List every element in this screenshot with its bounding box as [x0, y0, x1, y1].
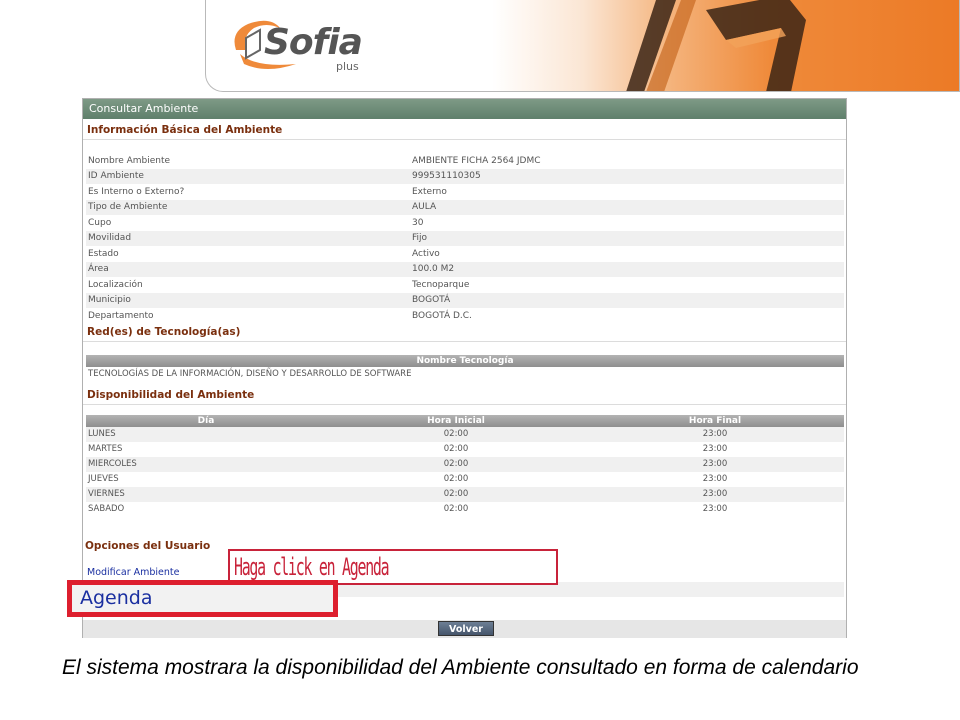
banner-decoration-icon	[626, 0, 806, 91]
end-cell: 23:00	[586, 456, 844, 472]
info-label: Nombre Ambiente	[88, 155, 171, 166]
basic-info-title: Información Básica del Ambiente	[83, 119, 846, 140]
day-cell: JUEVES	[88, 474, 119, 484]
user-options-title: Opciones del Usuario	[85, 540, 211, 552]
table-row: Estado Activo	[86, 246, 844, 262]
basic-info-table: Nombre Ambiente AMBIENTE FICHA 2564 JDMC …	[86, 153, 844, 324]
info-value: Externo	[412, 186, 447, 197]
info-label: Departamento	[88, 310, 154, 321]
col-header-day: Día	[86, 414, 326, 427]
col-header-start: Hora Inicial	[326, 414, 586, 427]
info-label: Es Interno o Externo?	[88, 186, 185, 197]
day-cell: VIERNES	[86, 486, 326, 502]
table-row: Localización Tecnoparque	[86, 277, 844, 293]
start-cell: 02:00	[443, 474, 469, 484]
sofia-plus-logo: Sofia plus	[226, 10, 386, 80]
info-value: 100.0 M2	[410, 261, 844, 277]
agenda-highlight: Agenda	[67, 580, 338, 617]
info-value: Tecnoparque	[412, 279, 470, 290]
table-row: Es Interno o Externo? Externo	[86, 184, 844, 200]
table-row: TECNOLOGÍAS DE LA INFORMACIÓN, DISEÑO Y …	[86, 366, 844, 382]
tech-table: Nombre Tecnología TECNOLOGÍAS DE LA INFO…	[86, 354, 844, 382]
start-cell: 02:00	[443, 504, 469, 514]
availability-table: Día Hora Inicial Hora Final LUNES 02:00 23…	[86, 414, 844, 517]
info-value: AULA	[410, 199, 844, 215]
table-row: VIERNES 02:00 23:00	[86, 486, 844, 502]
info-label: Movilidad	[86, 230, 410, 246]
info-value: Fijo	[410, 230, 844, 246]
table-row: ID Ambiente 999531110305	[86, 168, 844, 184]
info-label: Cupo	[88, 217, 112, 228]
info-value: 30	[412, 217, 424, 228]
logo-suffix: plus	[336, 60, 359, 73]
availability-title: Disponibilidad del Ambiente	[83, 384, 846, 405]
slide-caption: El sistema mostrara la disponibilidad de…	[62, 656, 859, 679]
day-cell: MARTES	[88, 444, 123, 454]
day-cell: SABADO	[88, 504, 125, 514]
info-value: AMBIENTE FICHA 2564 JDMC	[412, 155, 541, 166]
end-cell: 23:00	[586, 486, 844, 502]
table-row: Movilidad Fijo	[86, 230, 844, 246]
modificar-ambiente-link[interactable]: Modificar Ambiente	[87, 567, 180, 578]
tech-header: Nombre Tecnología	[86, 354, 844, 367]
agenda-row: Agenda	[72, 585, 333, 612]
start-cell: 02:00	[326, 456, 586, 472]
end-cell: 23:00	[702, 474, 728, 484]
panel-title: Consultar Ambiente	[83, 99, 846, 119]
info-label: ID Ambiente	[86, 168, 410, 184]
start-cell: 02:00	[443, 444, 469, 454]
table-row: Cupo 30	[86, 215, 844, 231]
tech-title: Red(es) de Tecnología(as)	[83, 324, 846, 342]
agenda-link[interactable]: Agenda	[80, 587, 153, 609]
table-row: Tipo de Ambiente AULA	[86, 199, 844, 215]
end-cell: 23:00	[702, 504, 728, 514]
end-cell: 23:00	[586, 426, 844, 442]
info-label: Estado	[88, 248, 119, 259]
table-row: LUNES 02:00 23:00	[86, 426, 844, 442]
table-row: Nombre Ambiente AMBIENTE FICHA 2564 JDMC	[86, 153, 844, 169]
volver-button[interactable]: Volver	[438, 621, 494, 636]
info-label: Municipio	[86, 292, 410, 308]
start-cell: 02:00	[326, 486, 586, 502]
col-header-end: Hora Final	[586, 414, 844, 427]
info-value: BOGOTÁ D.C.	[412, 310, 472, 321]
table-row: JUEVES 02:00 23:00	[86, 472, 844, 487]
logo-wordmark: Sofia	[264, 22, 363, 63]
info-label: Localización	[88, 279, 143, 290]
info-value: BOGOTÁ	[410, 292, 844, 308]
header-banner: Sofia plus	[205, 0, 960, 92]
tech-cell: TECNOLOGÍAS DE LA INFORMACIÓN, DISEÑO Y …	[86, 366, 844, 382]
info-value: 999531110305	[410, 168, 844, 184]
end-cell: 23:00	[702, 444, 728, 454]
table-row: SABADO 02:00 23:00	[86, 502, 844, 517]
table-row: MARTES 02:00 23:00	[86, 442, 844, 457]
day-cell: LUNES	[86, 426, 326, 442]
info-label: Área	[86, 261, 410, 277]
table-row: Departamento BOGOTÁ D.C.	[86, 308, 844, 324]
footer-bar: Volver	[83, 620, 846, 638]
table-row: Municipio BOGOTÁ	[86, 292, 844, 308]
info-value: Activo	[412, 248, 440, 259]
table-row: Área 100.0 M2	[86, 261, 844, 277]
day-cell: MIERCOLES	[86, 456, 326, 472]
hint-text: Haga click en Agenda	[234, 553, 390, 581]
table-row: MIERCOLES 02:00 23:00	[86, 456, 844, 472]
info-label: Tipo de Ambiente	[86, 199, 410, 215]
start-cell: 02:00	[326, 426, 586, 442]
